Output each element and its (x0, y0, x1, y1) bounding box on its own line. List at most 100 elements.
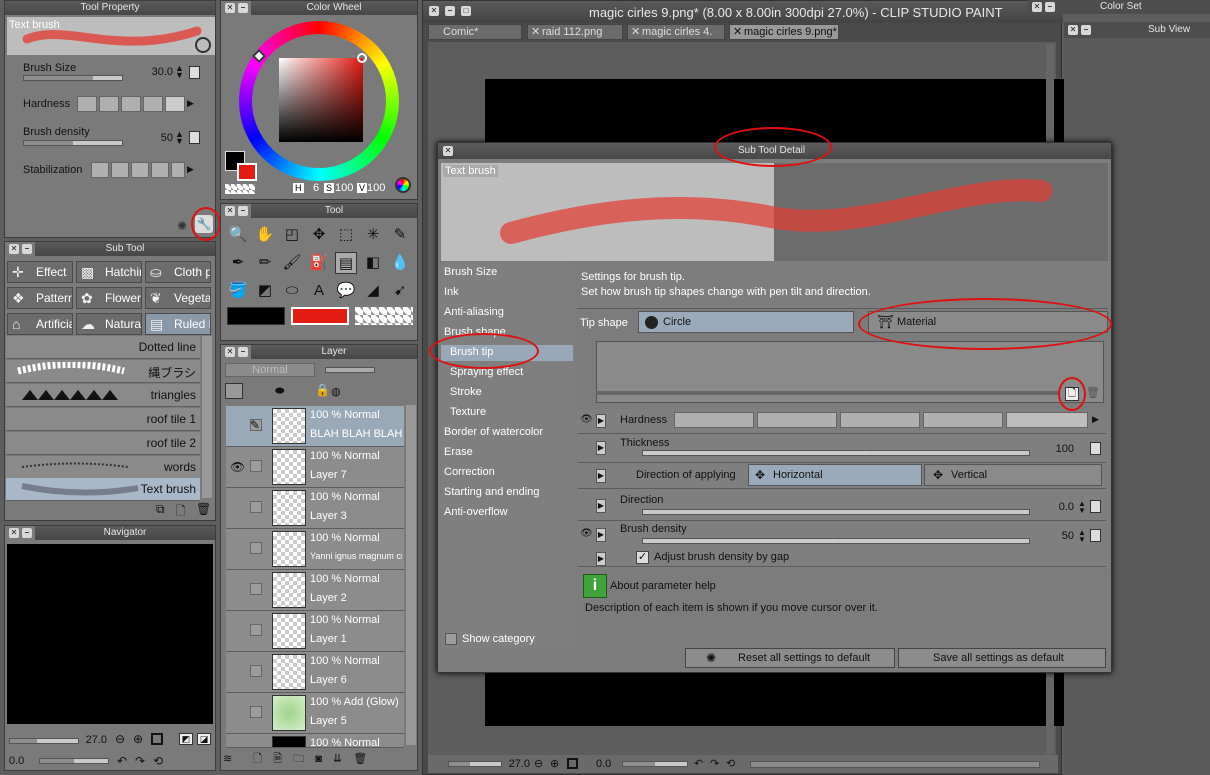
brush-item-rope[interactable]: 縄ブラシ (6, 360, 200, 383)
navigator-angle-value[interactable]: 0.0 (9, 755, 33, 767)
merge-down-icon[interactable]: ⇊ (333, 753, 342, 765)
flip-v-icon[interactable]: ◪ (197, 733, 211, 745)
saturation-square[interactable] (279, 58, 363, 142)
density-pressure-icon[interactable] (1090, 529, 1101, 542)
operation-tool-icon[interactable]: ◰ (281, 224, 303, 246)
tab-close-icon[interactable]: ✕ (631, 25, 640, 39)
brush-size-value[interactable]: 30.0 (135, 66, 173, 78)
close-icon[interactable]: ✕ (9, 528, 19, 538)
balloon-tool-icon[interactable]: 💬 (335, 280, 357, 302)
close-icon[interactable]: ✕ (1068, 25, 1078, 35)
close-icon[interactable]: ✕ (225, 3, 235, 13)
move-layer-tool-icon[interactable]: ✥ (308, 224, 330, 246)
figure-tool-icon[interactable]: ⬭ (281, 280, 303, 302)
pressure-icon[interactable] (189, 66, 200, 79)
brush-item-roof-tile-1[interactable]: roof tile 1 (6, 408, 200, 431)
reset-rotation-icon[interactable]: ⟲ (153, 754, 163, 768)
tab-close-icon[interactable]: ✕ (733, 25, 742, 39)
brush-tool-icon[interactable]: 🖌 (281, 252, 303, 274)
subtool-delete-icon[interactable]: 🗑 (196, 502, 211, 516)
layer-lock-check[interactable] (250, 624, 262, 636)
minimize-icon[interactable]: – (22, 244, 32, 254)
close-icon[interactable]: ✕ (429, 6, 439, 16)
layer-row[interactable]: 👁 100 % Normal Layer 7 (226, 447, 404, 488)
red-swatch[interactable] (291, 307, 349, 325)
thickness-pressure-icon[interactable] (1090, 442, 1101, 455)
stab-step-5[interactable] (171, 162, 185, 178)
group-flower[interactable]: ✿ Flower (76, 287, 142, 309)
layer-lock-check[interactable] (250, 583, 262, 595)
group-artificial[interactable]: ⌂ Artificia (7, 313, 73, 335)
group-natural[interactable]: ☁ Natural (76, 313, 142, 335)
group-ruled-line[interactable]: ▤ Ruled li (145, 313, 211, 335)
navigator-rotate-slider[interactable] (39, 758, 109, 764)
minimize-icon[interactable]: – (1045, 2, 1055, 12)
eraser-tool-icon[interactable]: ◧ (362, 252, 384, 274)
auto-select-tool-icon[interactable]: ✳ (362, 224, 384, 246)
expand-icon[interactable]: ▶ (596, 469, 606, 483)
hardness-step-1[interactable] (77, 96, 97, 112)
direction-value[interactable]: 0.0 (1034, 501, 1074, 513)
main-rotate-right-icon[interactable]: ↷ (710, 757, 719, 770)
direction-slider[interactable] (642, 509, 1030, 515)
group-cloth[interactable]: ⛀ Cloth p (145, 261, 211, 283)
square-marker[interactable] (357, 53, 367, 63)
density-slider[interactable] (23, 140, 123, 146)
rotate-left-icon[interactable]: ↶ (117, 754, 127, 768)
expand-icon[interactable]: ▶ (596, 552, 606, 566)
maximize-icon[interactable]: □ (461, 6, 471, 16)
airbrush-tool-icon[interactable]: ⛽ (308, 252, 330, 274)
navigator-zoom-slider[interactable] (9, 738, 79, 744)
main-rotate-left-icon[interactable]: ↶ (694, 757, 703, 770)
delete-layer-icon[interactable]: 🗑 (353, 753, 367, 765)
brush-density-value[interactable]: 50 (1034, 530, 1074, 542)
show-category-checkbox[interactable] (445, 633, 457, 645)
fit-icon[interactable] (151, 733, 163, 745)
layer-lock-check[interactable] (250, 501, 262, 513)
minimize-icon[interactable]: – (22, 528, 32, 538)
new-folder-icon[interactable]: 🗀 (293, 753, 304, 765)
density-stepper[interactable]: ▲ ▼ (175, 130, 184, 146)
subtool-scrollbar[interactable] (202, 336, 212, 498)
expand-icon[interactable]: ▶ (596, 414, 606, 428)
hardness-step-5[interactable] (165, 96, 185, 112)
hardness-cell-1[interactable] (674, 412, 754, 428)
new-vector-layer-icon[interactable]: 🗎 (273, 753, 282, 765)
thickness-slider[interactable] (642, 450, 1030, 456)
gradient-tool-icon[interactable]: ◩ (254, 280, 276, 302)
layer-lock-check[interactable] (250, 460, 262, 472)
zoom-out-icon[interactable]: ⊖ (115, 732, 125, 746)
eye-icon[interactable]: 👁 (580, 414, 593, 428)
brush-size-stepper[interactable]: ▲ ▼ (175, 64, 184, 80)
rotate-right-icon[interactable]: ↷ (135, 754, 145, 768)
layer-row[interactable]: 100 % Normal Layer 2 (226, 570, 404, 611)
close-icon[interactable]: ✕ (1032, 2, 1042, 12)
minimize-icon[interactable]: – (445, 6, 455, 16)
category-border-of-watercolor[interactable]: Border of watercolor (444, 426, 543, 438)
tip-circle-button[interactable]: Circle (638, 311, 854, 333)
text-tool-icon[interactable]: A (308, 280, 330, 302)
reference-layer-icon[interactable]: ⬬ (275, 385, 284, 398)
hardness-step-4[interactable] (143, 96, 163, 112)
layer-row[interactable]: 100 % Normal Layer 3 (226, 488, 404, 529)
horizontal-scrollbar[interactable] (750, 761, 1040, 768)
tab-comic[interactable]: Comic* (428, 24, 522, 40)
color-mode-icon[interactable] (395, 177, 411, 193)
navigator-zoom-value[interactable]: 27.0 (79, 734, 107, 746)
layer-row[interactable]: 100 % Normal Layer 1 (226, 611, 404, 652)
blend-tool-icon[interactable]: 💧 (389, 252, 411, 274)
minimize-icon[interactable]: – (238, 206, 248, 216)
zoom-in-icon[interactable]: ⊕ (133, 732, 143, 746)
pencil-tool-icon[interactable]: ✏ (254, 252, 276, 274)
stab-step-2[interactable] (111, 162, 129, 178)
zoom-tool-icon[interactable]: 🔍 (227, 224, 249, 246)
stab-step-1[interactable] (91, 162, 109, 178)
vertical-option[interactable]: ✥ Vertical (924, 464, 1102, 486)
density-pressure-icon[interactable] (189, 131, 200, 144)
eyedropper-tool-icon[interactable]: ✎ (389, 224, 411, 246)
layer-lock-check[interactable] (250, 665, 262, 677)
layer-scrollbar[interactable] (406, 405, 416, 745)
thickness-value[interactable]: 100 (1034, 443, 1074, 455)
brush-item-triangles[interactable]: triangles (6, 384, 200, 407)
stab-arrow-icon[interactable]: ▶ (187, 164, 194, 175)
